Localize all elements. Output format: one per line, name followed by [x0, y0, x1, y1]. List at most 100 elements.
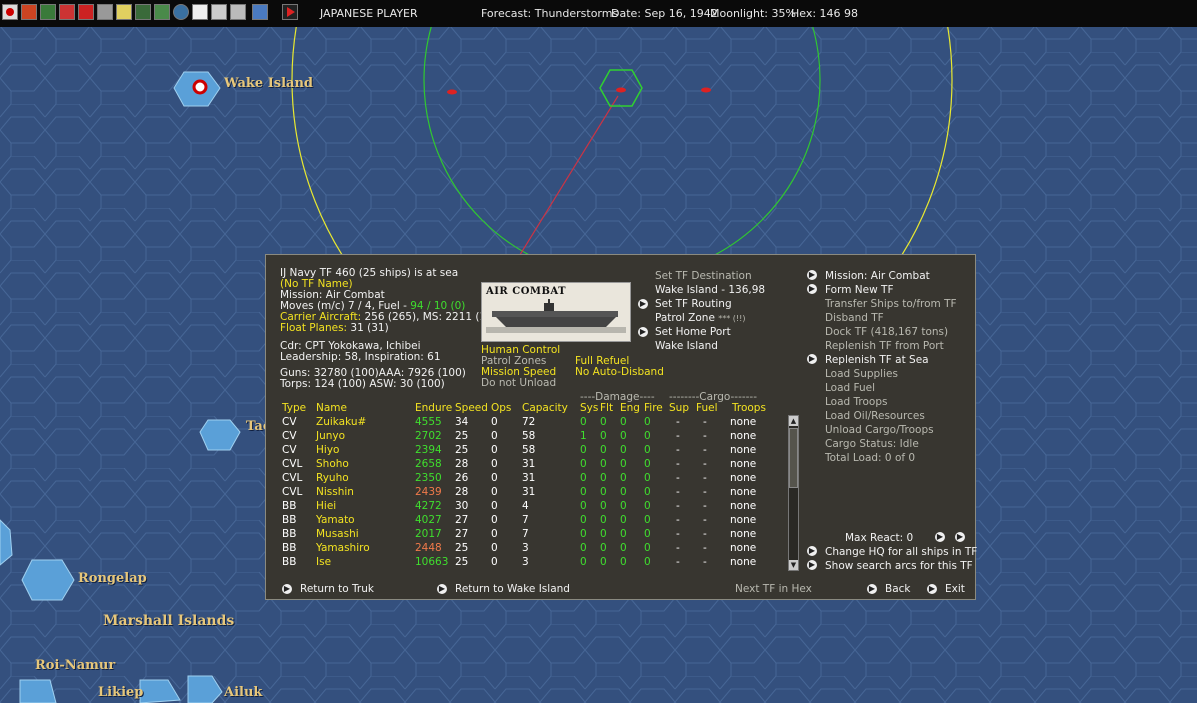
- change-hq-arrow-icon[interactable]: ▶: [807, 546, 817, 556]
- table-row[interactable]: CV Zuikaku# 4555 34 0 72 0 0 0 0 - - none: [266, 415, 786, 429]
- col-sup[interactable]: Sup: [669, 402, 689, 415]
- transfer-ships-button[interactable]: Transfer Ships to/from TF: [825, 298, 957, 311]
- col-ops[interactable]: Ops: [491, 402, 511, 415]
- form-new-tf-button[interactable]: Form New TF: [825, 284, 893, 297]
- col-fuel[interactable]: Fuel: [696, 402, 718, 415]
- window-icon[interactable]: [252, 4, 268, 20]
- load-fuel-button[interactable]: Load Fuel: [825, 382, 875, 395]
- replenish-sea-button[interactable]: Replenish TF at Sea: [825, 354, 929, 367]
- show-search-arcs-button[interactable]: Show search arcs for this TF: [825, 560, 973, 573]
- load-troops-button[interactable]: Load Troops: [825, 396, 887, 409]
- scroll-thumb[interactable]: [789, 428, 798, 488]
- cell-name[interactable]: Ryuho: [316, 471, 349, 485]
- table-row[interactable]: BB Musashi 2017 27 0 7 0 0 0 0 - - none: [266, 527, 786, 541]
- cell-name[interactable]: Zuikaku#: [316, 415, 366, 429]
- disband-tf-button[interactable]: Disband TF: [825, 312, 884, 325]
- cell-name[interactable]: Hiyo: [316, 443, 339, 457]
- exit-arrow-icon[interactable]: ▶: [927, 584, 937, 594]
- col-flt[interactable]: Flt: [600, 402, 613, 415]
- col-name[interactable]: Name: [316, 402, 347, 415]
- map-icon[interactable]: [135, 4, 151, 20]
- unload-cargo-button[interactable]: Unload Cargo/Troops: [825, 424, 934, 437]
- col-capacity[interactable]: Capacity: [522, 402, 568, 415]
- no-auto-disband-toggle[interactable]: No Auto-Disband: [575, 366, 664, 379]
- col-speed[interactable]: Speed: [455, 402, 488, 415]
- cell-name[interactable]: Ise: [316, 555, 331, 569]
- routing-arrow-icon[interactable]: ▶: [638, 299, 648, 309]
- scroll-down-icon[interactable]: ▼: [789, 560, 798, 570]
- report-icon[interactable]: [211, 4, 227, 20]
- cell-name[interactable]: Nisshin: [316, 485, 354, 499]
- dock-tf-button[interactable]: Dock TF (418,167 tons): [825, 326, 948, 339]
- table-row[interactable]: CVL Shoho 2658 28 0 31 0 0 0 0 - - none: [266, 457, 786, 471]
- load-oil-button[interactable]: Load Oil/Resources: [825, 410, 925, 423]
- back-arrow-icon[interactable]: ▶: [867, 584, 877, 594]
- table-row[interactable]: CVL Nisshin 2439 28 0 31 0 0 0 0 - - none: [266, 485, 786, 499]
- globe-icon[interactable]: [173, 4, 189, 20]
- ship-icon[interactable]: [97, 4, 113, 20]
- table-row[interactable]: CV Junyo 2702 25 0 58 1 0 0 0 - - none: [266, 429, 786, 443]
- table-row[interactable]: BB Ise 10663 25 0 3 0 0 0 0 - - none: [266, 555, 786, 569]
- aircraft-icon[interactable]: [40, 4, 56, 20]
- rising-sun-icon[interactable]: [21, 4, 37, 20]
- col-troops[interactable]: Troops: [732, 402, 766, 415]
- next-tf-button[interactable]: Next TF in Hex: [735, 583, 812, 596]
- cell-sys: 0: [580, 486, 587, 498]
- cell-eng: 0: [620, 528, 627, 540]
- replenish-port-button[interactable]: Replenish TF from Port: [825, 340, 944, 353]
- set-destination-label[interactable]: Set TF Destination: [655, 270, 752, 283]
- waves-icon[interactable]: [116, 4, 132, 20]
- col-endure[interactable]: Endure: [415, 402, 452, 415]
- back-button[interactable]: Back: [885, 583, 911, 596]
- cell-flt: 0: [600, 458, 607, 470]
- chart-icon[interactable]: [154, 4, 170, 20]
- set-home-port-button[interactable]: Set Home Port: [655, 326, 731, 339]
- return-wake-button[interactable]: Return to Wake Island: [455, 583, 570, 596]
- form-tf-arrow-icon[interactable]: ▶: [807, 284, 817, 294]
- do-not-unload-toggle[interactable]: Do not Unload: [481, 377, 556, 390]
- table-row[interactable]: CV Hiyo 2394 25 0 58 0 0 0 0 - - none: [266, 443, 786, 457]
- table-row[interactable]: BB Hiei 4272 30 0 4 0 0 0 0 - - none: [266, 499, 786, 513]
- cell-name[interactable]: Shoho: [316, 457, 349, 471]
- table-row[interactable]: BB Yamato 4027 27 0 7 0 0 0 0 - - none: [266, 513, 786, 527]
- col-type[interactable]: Type: [282, 402, 306, 415]
- cell-sup: -: [676, 416, 680, 428]
- col-sys[interactable]: Sys: [580, 402, 598, 415]
- player-label: JAPANESE PLAYER: [320, 7, 418, 20]
- cell-name[interactable]: Yamato: [316, 513, 355, 527]
- max-react-increase-icon[interactable]: ▶: [935, 532, 945, 542]
- flag-icon[interactable]: [78, 4, 94, 20]
- search-arcs-arrow-icon[interactable]: ▶: [807, 560, 817, 570]
- exit-button[interactable]: Exit: [945, 583, 965, 596]
- return-truk-arrow-icon[interactable]: ▶: [282, 584, 292, 594]
- cell-capacity: 7: [522, 528, 529, 540]
- target-icon[interactable]: [192, 4, 208, 20]
- max-react-max-icon[interactable]: ▶: [955, 532, 965, 542]
- japan-flag-icon[interactable]: [2, 4, 18, 20]
- replenish-sea-arrow-icon[interactable]: ▶: [807, 354, 817, 364]
- mission-button[interactable]: Mission: Air Combat: [825, 270, 930, 283]
- cell-flt: 0: [600, 500, 607, 512]
- col-fire[interactable]: Fire: [644, 402, 663, 415]
- cell-name[interactable]: Musashi: [316, 527, 359, 541]
- table-row[interactable]: CVL Ryuho 2350 26 0 31 0 0 0 0 - - none: [266, 471, 786, 485]
- scroll-up-icon[interactable]: ▲: [789, 416, 798, 426]
- list-icon[interactable]: [230, 4, 246, 20]
- home-arrow-icon[interactable]: ▶: [638, 327, 648, 337]
- load-supplies-button[interactable]: Load Supplies: [825, 368, 898, 381]
- col-eng[interactable]: Eng: [620, 402, 640, 415]
- table-row[interactable]: BB Yamashiro 2448 25 0 3 0 0 0 0 - - none: [266, 541, 786, 555]
- change-hq-button[interactable]: Change HQ for all ships in TF: [825, 546, 977, 559]
- cell-name[interactable]: Junyo: [316, 429, 345, 443]
- return-truk-button[interactable]: Return to Truk: [300, 583, 374, 596]
- set-routing-button[interactable]: Set TF Routing: [655, 298, 732, 311]
- cell-name[interactable]: Yamashiro: [316, 541, 370, 555]
- cell-name[interactable]: Hiei: [316, 499, 336, 513]
- end-turn-icon[interactable]: [282, 4, 298, 20]
- patrol-zone-label[interactable]: Patrol Zone *** (!!): [655, 312, 745, 325]
- plane-red-icon[interactable]: [59, 4, 75, 20]
- table-scrollbar[interactable]: ▲ ▼: [788, 415, 799, 571]
- mission-arrow-icon[interactable]: ▶: [807, 270, 817, 280]
- tf-torps: Torps: 124 (100) ASW: 30 (100): [280, 378, 445, 390]
- return-wake-arrow-icon[interactable]: ▶: [437, 584, 447, 594]
